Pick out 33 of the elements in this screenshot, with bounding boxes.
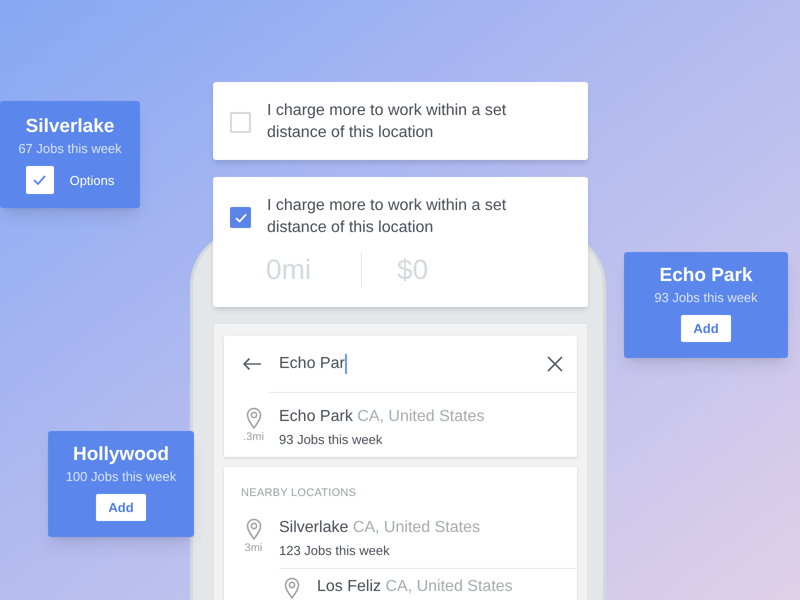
location-name: Echo Park — [660, 264, 752, 288]
jobs-count: 100 Jobs this week — [66, 468, 176, 486]
location-name: Silverlake — [26, 115, 114, 139]
jobs-count: 93 Jobs this week — [279, 431, 384, 449]
add-button[interactable]: Add — [681, 315, 731, 342]
checkbox[interactable] — [26, 166, 54, 194]
jobs-count: 123 Jobs this week — [279, 542, 391, 560]
close-icon[interactable] — [547, 356, 563, 372]
jobs-count: 67 Jobs this week — [18, 140, 122, 158]
location-pin-icon — [284, 577, 300, 599]
jobs-count: 93 Jobs this week — [654, 288, 758, 307]
location-name: Los Feliz CA, United States — [317, 577, 513, 597]
nearby-location[interactable]: 3mi Silverlake CA, United States 123 Jobs this week — [241, 518, 577, 560]
setting-label: I charge more to work within a set distance of this location — [267, 196, 508, 238]
back-arrow-icon[interactable] — [242, 357, 262, 371]
checkmark-icon — [234, 212, 246, 222]
checkbox[interactable] — [230, 207, 251, 228]
text-cursor — [344, 354, 347, 374]
location-pin-icon — [246, 518, 262, 540]
location-pin-icon — [246, 407, 262, 429]
distance-label: 3mi — [244, 540, 262, 556]
location-name: Silverlake CA, United States — [279, 518, 480, 538]
section-heading: NEARBY LOCATIONS — [241, 486, 358, 501]
nearby-location[interactable]: Los Feliz CA, United States — [279, 577, 577, 599]
setting-label: I charge more to work within a set distance of this location — [267, 101, 508, 143]
options-button[interactable]: Options — [70, 170, 114, 190]
add-button[interactable]: Add — [96, 494, 146, 522]
distance-label: .3mi — [243, 430, 264, 445]
search-field[interactable]: Echo Par — [279, 352, 547, 376]
location-name: Hollywood — [72, 443, 170, 467]
checkbox[interactable] — [230, 112, 251, 133]
checkmark-icon — [33, 175, 46, 186]
result-name: Echo Park CA, United States — [279, 407, 484, 427]
